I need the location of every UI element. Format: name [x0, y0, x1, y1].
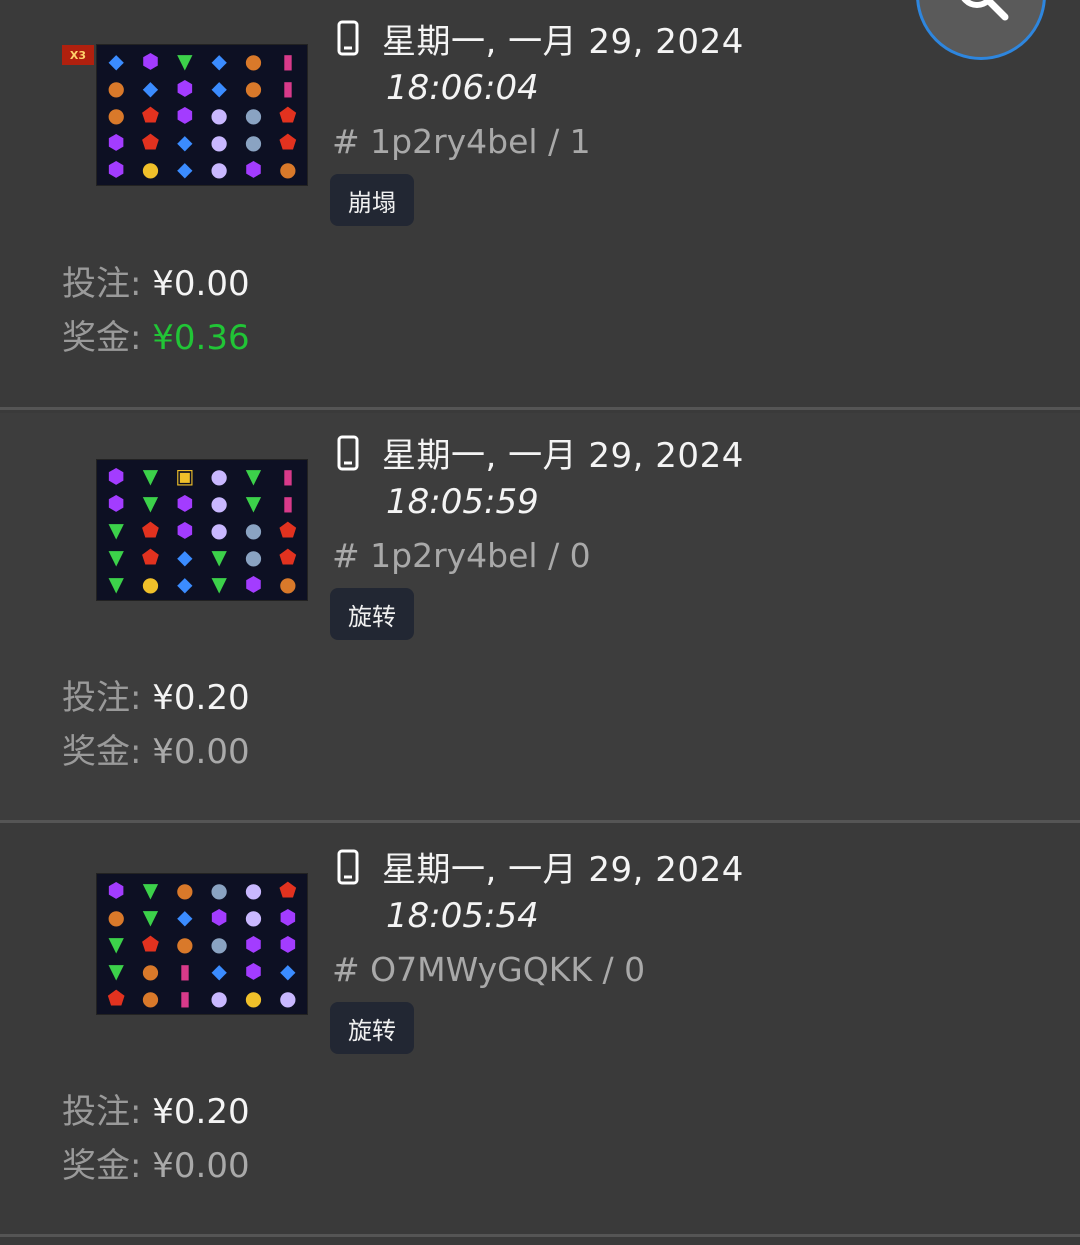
- round-id: # O7MWyGQKK / 0: [332, 950, 646, 989]
- bet-value: ¥0.20: [152, 678, 250, 718]
- round-id: # 1p2ry4bel / 1: [332, 122, 591, 161]
- win-label: 奖金:: [62, 318, 142, 358]
- win-value: ¥0.00: [152, 732, 250, 772]
- win-label: 奖金:: [62, 732, 142, 772]
- bet-value: ¥0.20: [152, 1092, 250, 1132]
- round-type-tag: 崩塌: [330, 174, 414, 226]
- history-record[interactable]: X3 ◆ ⬢ ▼ ◆ ● ▮ ● ◆ ⬢ ◆ ● ▮ ● ⬟ ⬢ ● ● ⬟ ⬢ ⬟ ◆ ● ● ⬟ ⬢ ● ◆ ● ⬢ ● 星期…: [0, 0, 1080, 410]
- game-thumbnail: ⬢ ▼ ● ● ● ⬟ ● ▼ ◆ ⬢ ● ⬢ ▼ ⬟ ● ● ⬢ ⬢ ▼ ● ▮ ◆ ⬢ ◆ ⬟ ● ▮ ● ● ●: [96, 873, 308, 1015]
- win-label: 奖金:: [62, 1146, 142, 1186]
- win-value: ¥0.00: [152, 1146, 250, 1186]
- bet-line: 投注: ¥0.20: [62, 670, 250, 719]
- round-id: # 1p2ry4bel / 0: [332, 536, 591, 575]
- bet-label: 投注:: [62, 1092, 142, 1132]
- game-thumbnail: ◆ ⬢ ▼ ◆ ● ▮ ● ◆ ⬢ ◆ ● ▮ ● ⬟ ⬢ ● ● ⬟ ⬢ ⬟ ◆ ● ● ⬟ ⬢ ● ◆ ● ⬢ ●: [96, 44, 308, 186]
- bet-line: 投注: ¥0.00: [62, 256, 250, 305]
- history-record[interactable]: ⬢ ▼ ● ● ● ⬟ ● ▼ ◆ ⬢ ● ⬢ ▼ ⬟ ● ● ⬢ ⬢ ▼ ● ▮ ◆ ⬢ ◆ ⬟ ● ▮ ● ● ● 星期一, …: [0, 827, 1080, 1237]
- bet-label: 投注:: [62, 678, 142, 718]
- round-type-tag: 旋转: [330, 588, 414, 640]
- win-value: ¥0.36: [152, 318, 250, 358]
- mobile-phone-icon: [337, 435, 359, 471]
- record-date: 星期一, 一月 29, 2024: [382, 436, 744, 476]
- multiplier-badge: X3: [62, 45, 94, 65]
- mobile-phone-icon: [337, 849, 359, 885]
- bet-label: 投注:: [62, 264, 142, 304]
- record-date: 星期一, 一月 29, 2024: [382, 850, 744, 890]
- record-date: 星期一, 一月 29, 2024: [382, 22, 744, 62]
- win-line: 奖金: ¥0.00: [62, 724, 250, 773]
- record-time: 18:06:04: [386, 68, 539, 108]
- bet-line: 投注: ¥0.20: [62, 1084, 250, 1133]
- bet-value: ¥0.00: [152, 264, 250, 304]
- record-time: 18:05:59: [386, 482, 539, 522]
- round-type-tag: 旋转: [330, 1002, 414, 1054]
- win-line: 奖金: ¥0.00: [62, 1138, 250, 1187]
- history-record[interactable]: ⬢ ▼ ▣ ● ▼ ▮ ⬢ ▼ ⬢ ● ▼ ▮ ▼ ⬟ ⬢ ● ● ⬟ ▼ ⬟ ◆ ▼ ● ⬟ ▼ ● ◆ ▼ ⬢ ● 星期一, …: [0, 413, 1080, 823]
- record-time: 18:05:54: [386, 896, 539, 936]
- game-thumbnail: ⬢ ▼ ▣ ● ▼ ▮ ⬢ ▼ ⬢ ● ▼ ▮ ▼ ⬟ ⬢ ● ● ⬟ ▼ ⬟ ◆ ▼ ● ⬟ ▼ ● ◆ ▼ ⬢ ●: [96, 459, 308, 601]
- win-line: 奖金: ¥0.36: [62, 310, 250, 359]
- mobile-phone-icon: [337, 20, 359, 56]
